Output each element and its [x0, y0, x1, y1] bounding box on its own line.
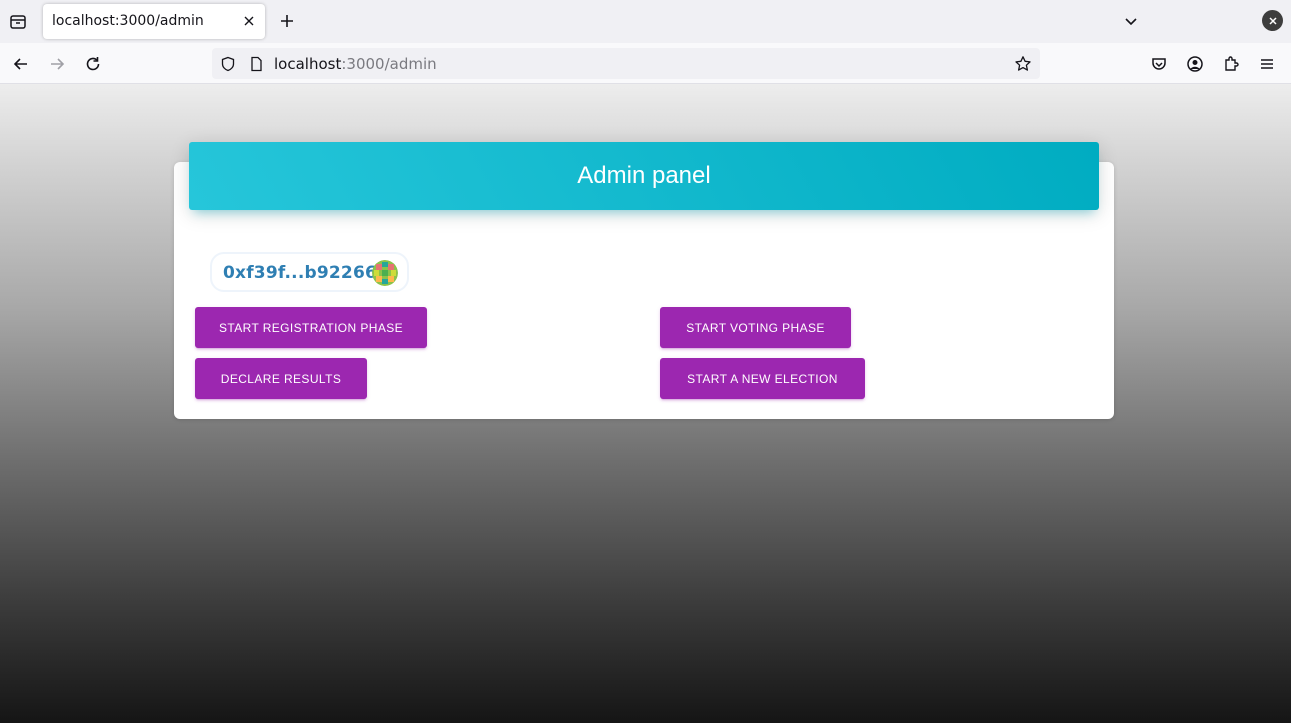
extensions-button[interactable]: [1216, 49, 1246, 79]
reload-button[interactable]: [78, 49, 108, 79]
chevron-down-icon: [1125, 18, 1137, 26]
close-icon: [1268, 16, 1277, 25]
back-button[interactable]: [6, 49, 36, 79]
page-icon[interactable]: [246, 54, 266, 74]
new-tab-button[interactable]: [274, 8, 300, 34]
tab-list-button[interactable]: [4, 8, 32, 36]
url-path: :3000/admin: [341, 55, 437, 73]
star-icon: [1015, 56, 1031, 71]
url-bar[interactable]: localhost:3000/admin: [212, 48, 1040, 79]
forward-arrow-icon: [51, 58, 65, 70]
account-address: 0xf39f...b92266: [223, 263, 377, 283]
declare-results-button[interactable]: Declare Results: [195, 358, 367, 399]
navigation-toolbar: localhost:3000/admin: [0, 43, 1291, 84]
bookmark-button[interactable]: [1012, 53, 1034, 75]
pocket-icon: [1152, 58, 1166, 70]
plus-icon: [281, 15, 293, 27]
account-icon: [1187, 56, 1203, 72]
start-registration-phase-button[interactable]: Start Registration Phase: [195, 307, 427, 348]
window-close-button[interactable]: [1262, 10, 1283, 31]
tab-close-button[interactable]: [239, 11, 259, 31]
identicon-avatar: [372, 260, 398, 286]
url-host: localhost: [274, 55, 342, 73]
pocket-button[interactable]: [1144, 49, 1174, 79]
back-arrow-icon: [13, 58, 27, 70]
account-button[interactable]: [1180, 49, 1210, 79]
close-icon: [244, 16, 254, 26]
card-header: Admin panel: [189, 142, 1099, 210]
browser-tab[interactable]: localhost:3000/admin: [43, 4, 265, 39]
account-chip[interactable]: 0xf39f...b92266: [210, 252, 409, 292]
tab-bar: localhost:3000/admin: [0, 0, 1291, 43]
menu-icon: [1261, 59, 1273, 69]
window-minimize-button[interactable]: [1194, 8, 1218, 32]
page-title: Admin panel: [577, 162, 711, 189]
forward-button[interactable]: [42, 49, 72, 79]
app-menu-button[interactable]: [1252, 49, 1282, 79]
reload-icon: [86, 57, 100, 71]
tab-title: localhost:3000/admin: [52, 13, 204, 29]
tab-list-icon: [10, 15, 26, 29]
list-all-tabs-button[interactable]: [1118, 8, 1144, 34]
extensions-icon: [1225, 56, 1239, 71]
page-viewport: Admin panel 0xf39f...b92266 Start Regist…: [0, 84, 1291, 723]
url-text: localhost:3000/admin: [274, 55, 437, 73]
window-maximize-button[interactable]: [1228, 8, 1252, 32]
start-new-election-button[interactable]: Start A New Election: [660, 358, 865, 399]
start-voting-phase-button[interactable]: Start Voting Phase: [660, 307, 851, 348]
shield-icon[interactable]: [218, 54, 238, 74]
